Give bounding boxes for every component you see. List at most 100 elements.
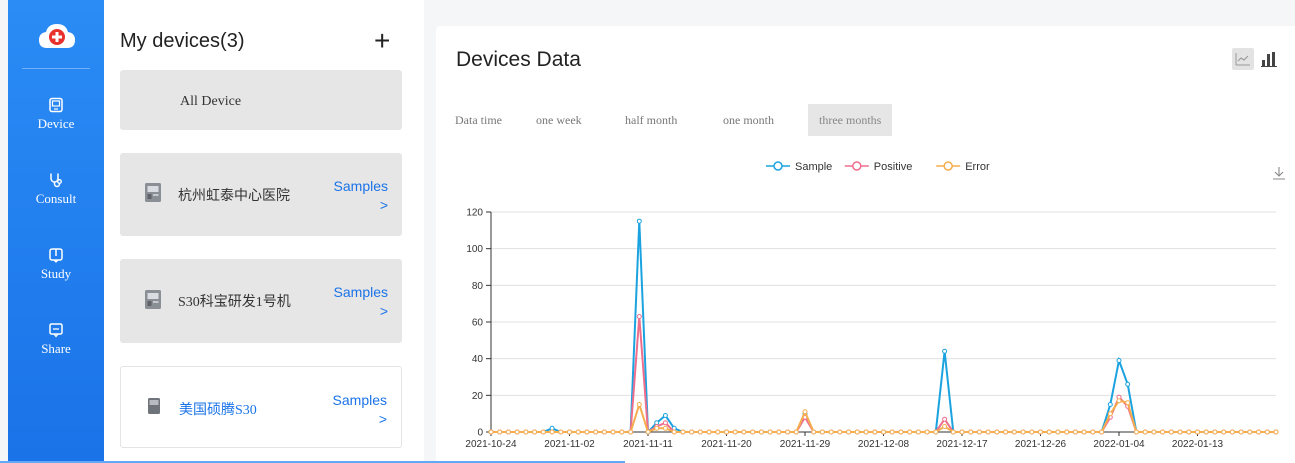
data-point xyxy=(959,429,965,435)
data-point xyxy=(497,429,503,435)
y-tick-label: 20 xyxy=(472,391,484,402)
data-point xyxy=(601,429,607,435)
data-point xyxy=(1107,402,1113,407)
data-point xyxy=(872,429,878,435)
data-point xyxy=(1212,429,1218,435)
data-point xyxy=(671,429,677,435)
data-point xyxy=(854,429,860,435)
devices-line-chart: 0 20 40 60 80 100 120 2021-10-24 2021-11-02 2021-… xyxy=(465,161,1279,450)
y-tick-label: 120 xyxy=(466,208,483,219)
data-point xyxy=(523,429,529,435)
x-tick-label: 2022-01-13 xyxy=(1172,439,1224,450)
data-point xyxy=(662,420,668,426)
data-point xyxy=(1038,429,1043,435)
y-tick-label: 0 xyxy=(477,428,483,439)
data-point xyxy=(1195,429,1200,435)
data-point xyxy=(662,413,668,418)
data-point xyxy=(488,429,494,435)
data-point xyxy=(680,429,686,435)
legend-label: Positive xyxy=(874,161,913,173)
data-point xyxy=(776,429,782,435)
data-point xyxy=(1203,429,1209,435)
data-point xyxy=(1107,411,1113,417)
data-point xyxy=(575,429,581,435)
data-point xyxy=(933,429,939,435)
data-point xyxy=(837,429,843,435)
data-point xyxy=(811,429,817,435)
data-point xyxy=(898,429,904,435)
data-point xyxy=(819,429,825,435)
series-line-sample xyxy=(491,221,1276,435)
data-point xyxy=(881,429,886,435)
data-point xyxy=(924,429,930,435)
data-point xyxy=(636,402,642,407)
data-point xyxy=(619,429,625,435)
data-point xyxy=(1125,400,1131,406)
x-tick-label: 2021-11-11 xyxy=(623,439,673,450)
data-point xyxy=(549,429,555,435)
data-point xyxy=(532,429,538,435)
data-point xyxy=(514,429,520,435)
data-point xyxy=(1160,429,1166,435)
x-tick-label: 2021-11-20 xyxy=(701,439,752,450)
data-point xyxy=(1064,429,1070,435)
data-point xyxy=(950,429,956,435)
x-tick-label: 2021-11-29 xyxy=(780,439,831,450)
data-point xyxy=(1238,429,1244,435)
data-point xyxy=(1125,381,1131,387)
data-point xyxy=(636,218,642,224)
data-point xyxy=(1256,429,1262,435)
series-line-error xyxy=(491,399,1276,434)
data-point xyxy=(1273,429,1279,435)
data-point xyxy=(636,314,642,319)
data-point xyxy=(758,429,764,435)
y-tick-label: 100 xyxy=(466,244,483,255)
data-point xyxy=(1133,429,1139,435)
data-point xyxy=(1151,429,1157,435)
data-point xyxy=(1168,429,1174,435)
data-point xyxy=(1020,429,1026,435)
data-point xyxy=(1116,398,1122,404)
data-point xyxy=(558,429,564,435)
data-point xyxy=(584,429,590,435)
data-point xyxy=(610,429,616,435)
data-point xyxy=(942,424,948,429)
legend-label: Sample xyxy=(795,161,832,173)
legend-swatch-marker xyxy=(773,161,783,171)
data-point xyxy=(567,429,572,435)
data-point xyxy=(793,429,799,435)
data-point xyxy=(750,429,756,435)
x-tick-label: 2021-11-02 xyxy=(544,439,595,450)
data-point xyxy=(724,429,729,435)
data-point xyxy=(1072,429,1078,435)
data-point xyxy=(968,429,974,435)
data-point xyxy=(889,429,895,435)
data-point xyxy=(1003,429,1009,435)
data-point xyxy=(863,429,869,435)
data-point xyxy=(505,429,511,435)
y-tick-label: 80 xyxy=(472,281,484,292)
data-point xyxy=(540,429,546,435)
data-point xyxy=(994,429,1000,435)
data-point xyxy=(907,429,913,435)
data-point xyxy=(1264,429,1270,435)
x-tick-label: 2021-12-08 xyxy=(858,439,910,450)
data-point xyxy=(985,429,991,435)
data-point xyxy=(1090,429,1096,435)
data-point xyxy=(741,429,747,435)
data-point xyxy=(697,429,703,435)
y-tick-label: 60 xyxy=(472,318,484,329)
data-point xyxy=(715,429,721,435)
data-point xyxy=(846,429,852,435)
data-point xyxy=(1011,429,1017,435)
data-point xyxy=(915,429,921,435)
data-point xyxy=(1247,429,1253,435)
data-point xyxy=(828,429,834,435)
app-root: Device Consult Study Share My devices(3)… xyxy=(0,0,1295,463)
data-point xyxy=(1081,429,1087,435)
data-point xyxy=(1029,429,1035,435)
data-point xyxy=(767,429,773,435)
data-point xyxy=(942,348,948,354)
data-point xyxy=(1099,429,1105,435)
data-point xyxy=(654,425,660,431)
